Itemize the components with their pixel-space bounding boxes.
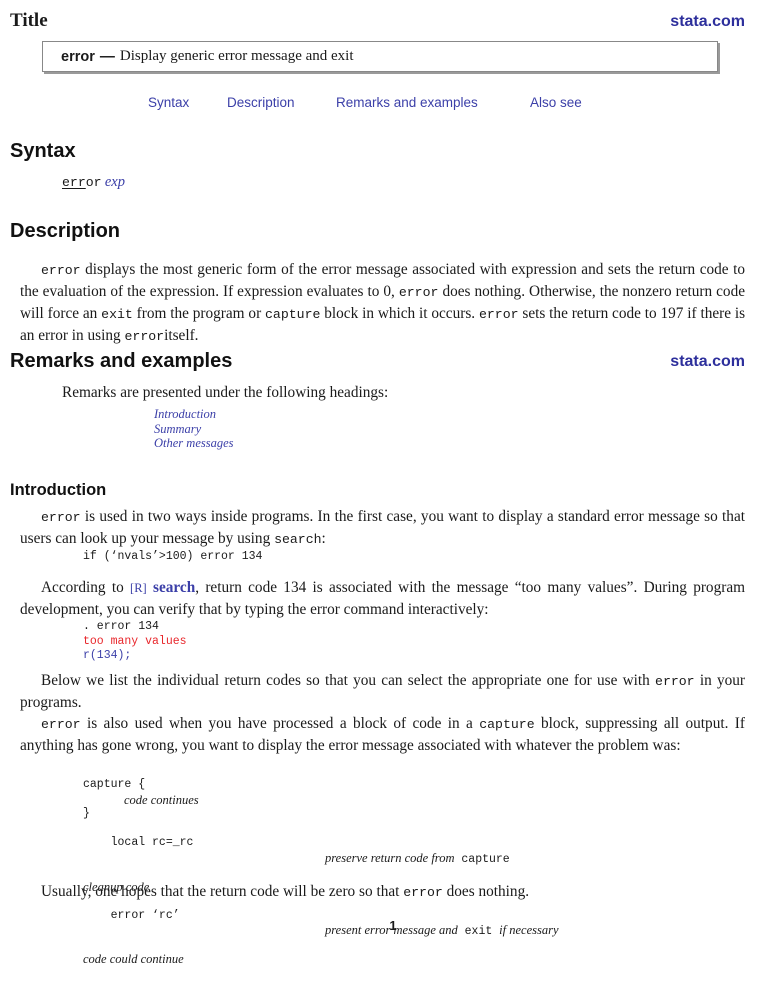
- nav-description-link[interactable]: Description: [227, 95, 295, 110]
- description-text-6: itself.: [164, 327, 199, 344]
- page-number: 1: [389, 918, 397, 933]
- intro-text-4a: is also used when you have processed a b…: [86, 715, 473, 732]
- syntax-arg-link[interactable]: exp: [105, 174, 125, 190]
- remarks-intro: Remarks are presented under the followin…: [62, 384, 389, 401]
- code-error: error: [398, 285, 439, 300]
- code-error: error: [478, 307, 519, 322]
- example-2-error-message: too many values: [83, 634, 187, 648]
- section-label: Title: [10, 10, 48, 31]
- example-2-return-code-link[interactable]: r(134);: [83, 649, 187, 664]
- stata-com-link-remarks[interactable]: stata.com: [670, 353, 745, 371]
- code-error: error: [41, 263, 81, 278]
- example-3-line-3: }: [83, 807, 90, 820]
- intro-text-1-end: :: [321, 530, 326, 547]
- syntax-abbrev: err: [62, 175, 86, 190]
- intro-paragraph-4: error is also used when you have process…: [20, 713, 745, 756]
- intro-paragraph-3: Below we list the individual return code…: [20, 670, 745, 713]
- syntax-cmd-rest: or: [85, 175, 102, 190]
- intro-paragraph-2: According to [R] search, return code 134…: [20, 577, 745, 620]
- example-1-code: if (‘nvals’>100) error 134: [83, 550, 263, 563]
- example-3: capture { code continues } local rc=_rc …: [83, 778, 703, 967]
- intro-text-2b: , return code 134 is associated with the…: [20, 579, 746, 618]
- intro-text-2a: According to: [41, 579, 124, 596]
- remarks-heading: Remarks and examples: [10, 350, 233, 372]
- code-exit: exit: [101, 307, 133, 322]
- example-3-line-2: code continues: [124, 792, 199, 807]
- nav-syntax-link[interactable]: Syntax: [148, 95, 189, 110]
- description-text-4: block in which it occurs.: [324, 305, 476, 322]
- example-2-command: . error 134: [83, 620, 159, 633]
- intro-text-1: is used in two ways inside programs. In …: [20, 508, 745, 547]
- example-3-line-4-comment: preserve return code from capture: [325, 850, 510, 866]
- example-3-line-4-code: local rc=_rc: [110, 836, 194, 849]
- search-ref-link[interactable]: search: [153, 579, 195, 596]
- intro-text-5b: does nothing.: [446, 883, 530, 900]
- example-3-line-4: local rc=_rc preserve return code from c…: [83, 822, 703, 880]
- toc-summary-link[interactable]: Summary: [154, 422, 234, 437]
- introduction-heading: Introduction: [10, 481, 107, 499]
- description-paragraph: error displays the most generic form of …: [20, 259, 745, 347]
- code-capture: capture: [479, 717, 535, 732]
- command-description: Display generic error message and exit: [119, 48, 354, 64]
- example-3-line-1: capture {: [83, 778, 146, 791]
- code-error: error: [124, 329, 165, 344]
- code-capture: capture: [265, 307, 321, 322]
- intro-paragraph-5: Usually, one hopes that the return code …: [41, 881, 745, 903]
- nav-remarks-link[interactable]: Remarks and examples: [336, 95, 478, 110]
- code-error: error: [41, 717, 81, 732]
- code-error: error: [41, 510, 81, 525]
- title-box: error — Display generic error message an…: [42, 41, 718, 72]
- intro-paragraph-1: error is used in two ways inside program…: [20, 506, 745, 550]
- syntax-line: error exp: [62, 174, 125, 191]
- stata-com-link[interactable]: stata.com: [670, 13, 745, 31]
- description-heading: Description: [10, 220, 121, 242]
- code-error: error: [655, 674, 695, 689]
- code-error: error: [403, 885, 443, 900]
- nav-also-see-link[interactable]: Also see: [530, 95, 582, 110]
- example-3-line-7: code could continue: [83, 952, 184, 966]
- command-name: error: [61, 48, 95, 65]
- manual-ref-link[interactable]: [R]: [130, 581, 147, 595]
- toc-introduction-link[interactable]: Introduction: [154, 407, 234, 422]
- toc-other-messages-link[interactable]: Other messages: [154, 436, 234, 451]
- remarks-toc: Introduction Summary Other messages: [154, 407, 234, 451]
- description-text-3: from the program or: [136, 305, 262, 322]
- example-2: . error 134 too many values r(134);: [83, 620, 187, 664]
- code-search: search: [274, 532, 322, 547]
- title-dash: —: [99, 48, 115, 65]
- intro-text-5a: Usually, one hopes that the return code …: [41, 883, 400, 900]
- example-1: if (‘nvals’>100) error 134: [83, 550, 262, 565]
- syntax-heading: Syntax: [10, 140, 76, 162]
- intro-text-3a: Below we list the individual return code…: [41, 672, 650, 689]
